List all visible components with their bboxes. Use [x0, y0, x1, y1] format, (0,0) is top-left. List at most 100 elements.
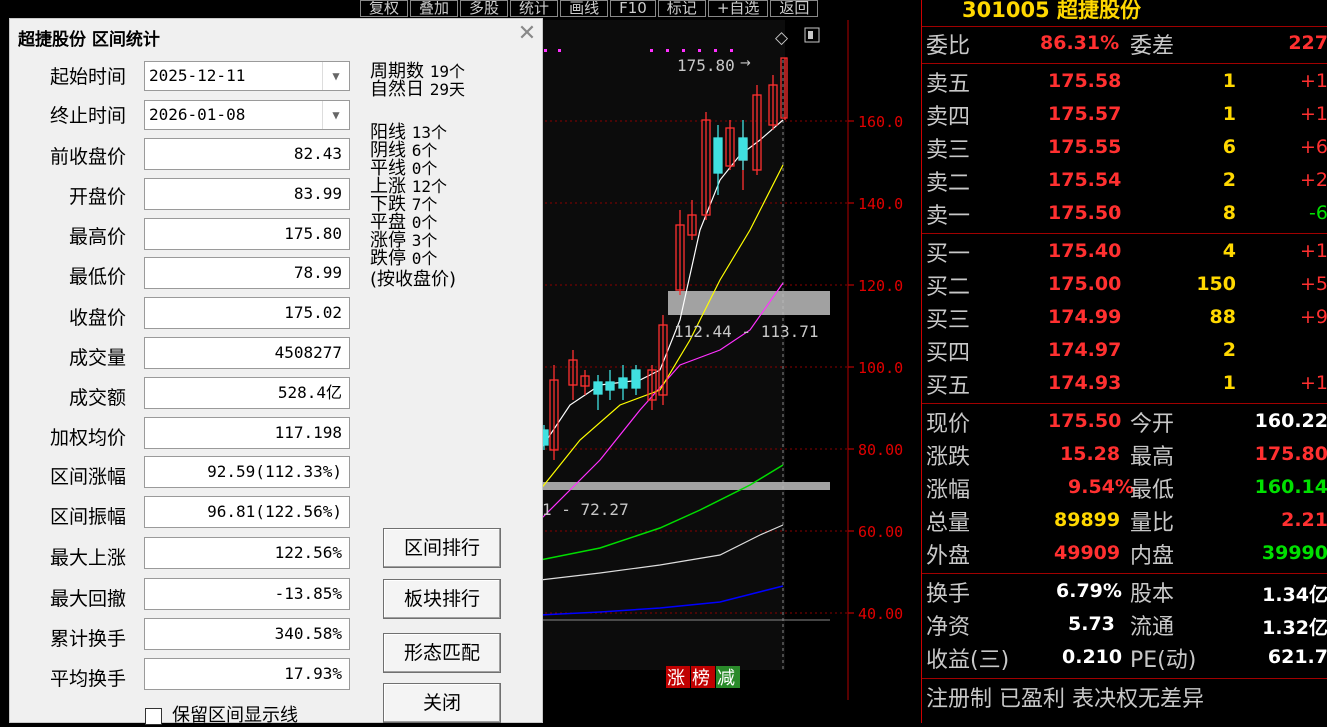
badge-bang[interactable]: 榜 [692, 668, 710, 689]
interval-rank-button[interactable]: 区间排行 [383, 528, 501, 568]
range-label-lower: 1 - 72.27 [542, 500, 629, 519]
end-time-select[interactable]: 2026-01-08 ▼ [144, 100, 350, 130]
toolbar-duogu[interactable]: 多股 [460, 0, 509, 17]
field-label: 累计换手 [49, 628, 126, 650]
end-time-value: 2026-01-08 [149, 105, 246, 124]
chevron-down-icon[interactable]: ▼ [322, 101, 349, 129]
quote-panel: 301005 超捷股份 委比 86.31% 委差 227 卖五 175.58 1 +1… [921, 0, 1327, 723]
chart-toolbar: 复权 叠加 多股 统计 画线 F10 标记 +自选 返回 [360, 0, 920, 17]
field-value: 117.198 [144, 417, 350, 449]
stat-row: 现价 175.50 今开 160.22 [926, 410, 1327, 437]
interval-stats-dialog: 超捷股份 区间统计 ✕ 起始时间 2025-12-11 ▼ 终止时间 2026-… [9, 18, 544, 726]
start-time-value: 2025-12-11 [149, 66, 246, 85]
field-value: 17.93% [144, 658, 350, 690]
field-label: 加权均价 [49, 427, 126, 449]
dialog-titlebar[interactable]: 超捷股份 区间统计 ✕ [10, 19, 544, 53]
stat-row: 净资 5.73 流通 1.32亿 [926, 613, 1327, 640]
ask-row[interactable]: 卖五 175.58 1 +1 [922, 66, 1327, 99]
bid-row[interactable]: 买五 174.93 1 +1 [922, 368, 1327, 401]
checkbox-icon[interactable] [145, 707, 162, 725]
stock-title: 301005 超捷股份 [962, 0, 1141, 22]
field-label: 区间振幅 [49, 506, 126, 528]
bid-row[interactable]: 买三 174.99 88 +9 [922, 302, 1327, 335]
field-label: 最大上涨 [49, 547, 126, 569]
close-button[interactable]: 关闭 [383, 683, 501, 723]
toolbar-huaxian[interactable]: 画线 [560, 0, 609, 17]
toolbar-fuquan[interactable]: 复权 [360, 0, 409, 17]
toolbar-tongji[interactable]: 统计 [510, 0, 559, 17]
close-icon[interactable]: ✕ [516, 23, 538, 45]
field-label: 成交额 [68, 387, 126, 409]
start-time-label: 起始时间 [49, 66, 126, 88]
ask-row[interactable]: 卖三 175.55 6 +6 [922, 132, 1327, 165]
stat-row: 外盘 49909 内盘 39990 [926, 542, 1327, 569]
field-label: 前收盘价 [49, 146, 126, 168]
stat-limit-down: 跌停 0个 [370, 248, 438, 269]
field-value: 340.58% [144, 618, 350, 650]
price-tick: 60.00 [858, 523, 903, 541]
field-value: 78.99 [144, 257, 350, 289]
stock-tags: 注册制 已盈利 表决权无差异 [926, 687, 1204, 712]
field-label: 最大回撤 [49, 588, 126, 610]
field-label: 平均换手 [49, 668, 126, 690]
toolbar-fanhui[interactable]: 返回 [770, 0, 819, 17]
toolbar-diejia[interactable]: 叠加 [410, 0, 459, 17]
field-value: -13.85% [144, 578, 350, 610]
field-value: 122.56% [144, 537, 350, 569]
price-tick: 160.0 [858, 113, 903, 131]
stat-row: 涨跌 15.28 最高 175.80 [926, 443, 1327, 470]
keep-range-line-checkbox[interactable]: 保留区间显示线 [145, 701, 298, 727]
range-band-lower [540, 482, 830, 490]
arrow-up-icon: 🠕 [1114, 203, 1121, 222]
stat-row: 总量 89899 量比 2.21 [926, 509, 1327, 536]
toolbar-zixuan[interactable]: +自选 [707, 0, 769, 17]
ask-row[interactable]: 卖四 175.57 1 +1 [922, 99, 1327, 132]
field-value: 175.80 [144, 218, 350, 250]
toolbar-biaoji[interactable]: 标记 [657, 0, 706, 17]
field-value: 82.43 [144, 138, 350, 170]
range-label-upper: 112.44 - 113.71 [674, 322, 819, 341]
stat-note: (按收盘价) [370, 269, 457, 290]
ask-row[interactable]: 卖一 175.50 🠕 8 -6 [922, 198, 1327, 231]
field-value: 528.4亿 [144, 377, 350, 409]
weibi-row: 委比 86.31% 委差 227 [926, 32, 1327, 59]
field-label: 最高价 [68, 226, 126, 248]
field-label: 成交量 [68, 347, 126, 369]
range-band-upper [668, 291, 830, 315]
price-tick: 80.00 [858, 441, 903, 459]
stat-row: 涨幅 9.54% 最低 160.14 [926, 476, 1327, 503]
toolbar-f10[interactable]: F10 [610, 0, 656, 17]
field-value: 175.02 [144, 297, 350, 329]
bid-row[interactable]: 买二 175.00 150 +5 [922, 269, 1327, 302]
stat-row: 收益(三) 0.210 PE(动) 621.7 [926, 646, 1327, 673]
chevron-down-icon[interactable]: ▼ [322, 62, 349, 90]
stat-natural-days: 自然日 29天 [370, 79, 466, 100]
field-value: 83.99 [144, 178, 350, 210]
diamond-icon[interactable]: ◇ [775, 28, 789, 48]
field-label: 收盘价 [68, 307, 126, 329]
field-value: 96.81(122.56%) [144, 496, 350, 528]
field-value: 4508277 [144, 337, 350, 369]
price-tick: 100.0 [858, 359, 903, 377]
start-time-select[interactable]: 2025-12-11 ▼ [144, 61, 350, 91]
bid-row[interactable]: 买一 175.40 4 +1 [922, 236, 1327, 269]
price-tick: 40.00 [858, 605, 903, 623]
ask-row[interactable]: 卖二 175.54 2 +2 [922, 165, 1327, 198]
kline-chart[interactable]: 175.80 → 112.44 - 113.71 1 - 72.27 ◇ 160… [540, 20, 920, 700]
price-tick: 120.0 [858, 277, 903, 295]
end-time-label: 终止时间 [49, 105, 126, 127]
badge-zhang[interactable]: 涨 [667, 668, 685, 689]
dialog-title: 超捷股份 区间统计 [18, 30, 160, 50]
pattern-match-button[interactable]: 形态匹配 [383, 633, 501, 673]
stat-row: 换手 6.79% 股本 1.34亿 [926, 580, 1327, 607]
bg-window-edge [0, 0, 9, 723]
field-label: 最低价 [68, 266, 126, 288]
high-price-label: 175.80 [677, 56, 735, 75]
price-tick: 140.0 [858, 195, 903, 213]
bid-row[interactable]: 买四 174.97 2 [922, 335, 1327, 368]
badge-jian[interactable]: 减 [717, 668, 735, 689]
field-label: 开盘价 [68, 186, 126, 208]
field-label: 区间涨幅 [49, 466, 126, 488]
field-value: 92.59(112.33%) [144, 456, 350, 488]
sector-rank-button[interactable]: 板块排行 [383, 579, 501, 619]
